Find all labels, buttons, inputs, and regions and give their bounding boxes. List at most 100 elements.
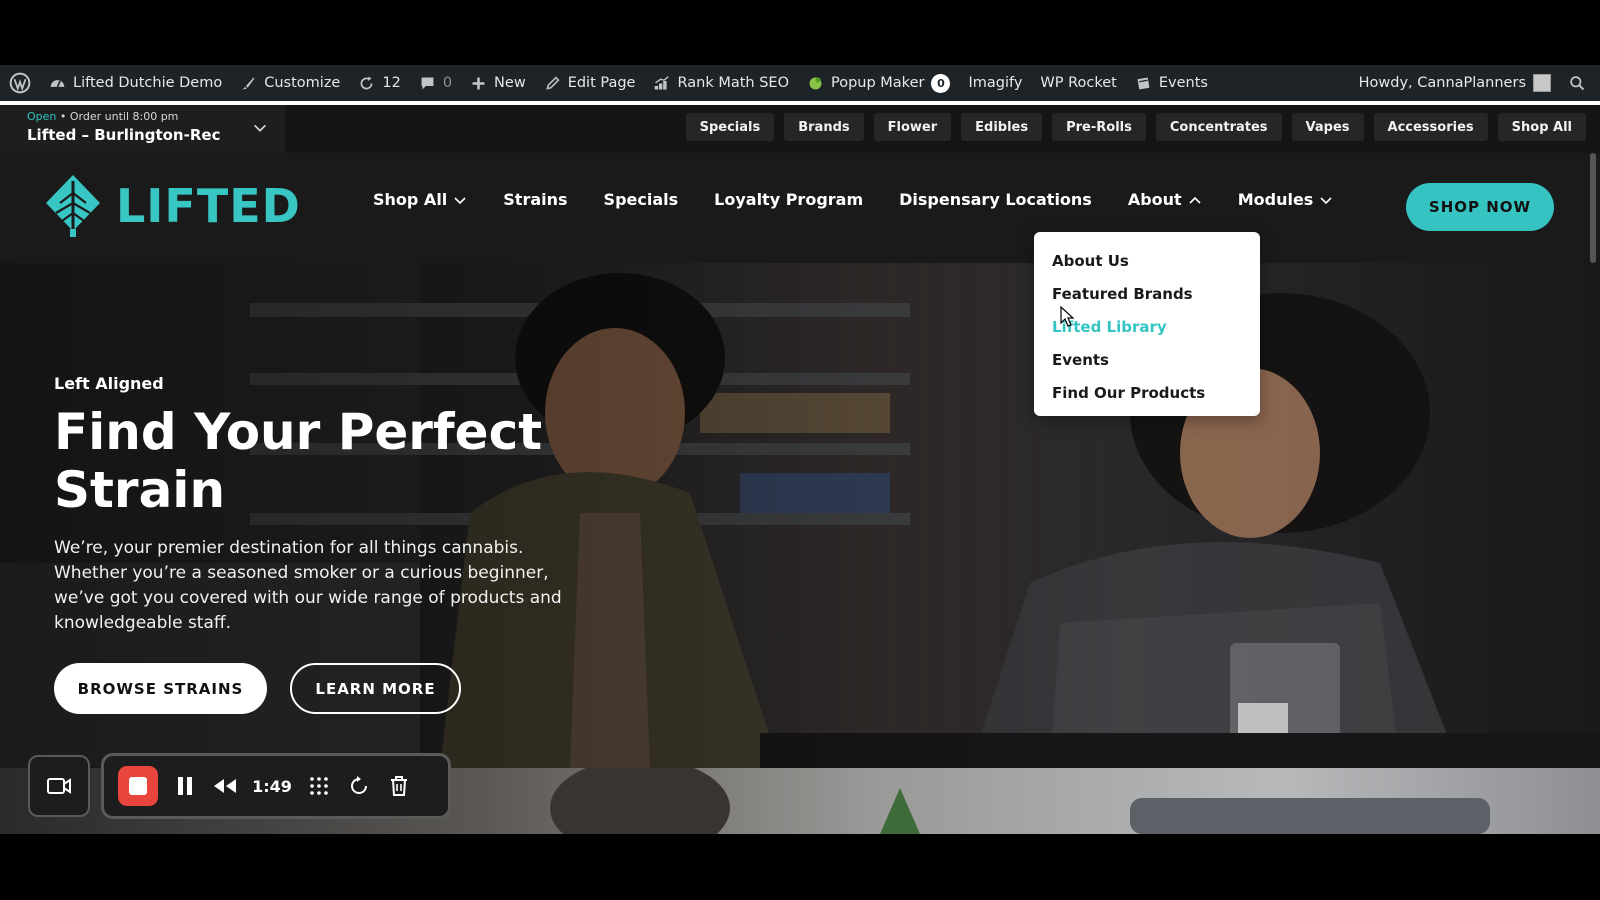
comments-link[interactable]: 0: [410, 65, 461, 101]
new-content-link[interactable]: New: [461, 65, 535, 101]
category-brands[interactable]: Brands: [784, 113, 864, 141]
events-label: Events: [1158, 75, 1208, 91]
menu-item-events[interactable]: Events: [1052, 343, 1242, 376]
rewind-button[interactable]: [212, 773, 238, 799]
video-camera-icon: [47, 778, 71, 794]
nav-about[interactable]: About: [1128, 190, 1202, 209]
hero-description: We’re, your premier destination for all …: [54, 538, 562, 633]
chevron-down-icon: [1320, 196, 1332, 204]
pause-icon: [178, 777, 192, 795]
menu-item-find-our-products[interactable]: Find Our Products: [1052, 376, 1242, 409]
shop-now-button[interactable]: SHOP NOW: [1406, 183, 1554, 231]
stop-icon: [129, 777, 147, 795]
comments-count: 0: [442, 75, 453, 91]
nav-shop-all-label: Shop All: [373, 190, 448, 209]
pause-button[interactable]: [172, 773, 198, 799]
rank-math-label: Rank Math SEO: [677, 75, 789, 91]
browse-strains-button[interactable]: BROWSE STRAINS: [54, 663, 267, 714]
edit-page-link[interactable]: Edit Page: [535, 65, 645, 101]
events-link[interactable]: Events: [1126, 65, 1217, 101]
dashboard-icon: [50, 79, 65, 87]
category-shop-all[interactable]: Shop All: [1497, 113, 1586, 141]
nav-modules-label: Modules: [1237, 190, 1314, 209]
trash-icon: [391, 776, 407, 796]
comment-icon: [421, 77, 434, 89]
category-edibles[interactable]: Edibles: [961, 113, 1043, 141]
site-name-label: Lifted Dutchie Demo: [73, 75, 223, 91]
search-icon: [1570, 75, 1585, 90]
edit-page-label: Edit Page: [567, 75, 636, 91]
plus-icon: [472, 77, 485, 89]
nav-specials[interactable]: Specials: [604, 190, 679, 209]
nav-dispensary-locations[interactable]: Dispensary Locations: [899, 190, 1092, 209]
category-specials[interactable]: Specials: [685, 113, 775, 141]
howdy-label: Howdy, CannaPlanners: [1358, 75, 1526, 91]
imagify-link[interactable]: Imagify: [959, 65, 1031, 101]
mouse-cursor-icon: [1060, 306, 1075, 327]
customize-link[interactable]: Customize: [231, 65, 349, 101]
letterbox-top: [0, 0, 1600, 65]
hero-section: Left Aligned Find Your Perfect Strain We…: [0, 263, 1600, 768]
wp-rocket-link[interactable]: WP Rocket: [1031, 65, 1125, 101]
menu-item-featured-brands[interactable]: Featured Brands: [1052, 277, 1242, 310]
wordpress-icon: [9, 72, 31, 94]
new-label: New: [494, 75, 526, 91]
recorder-toolbar: 1:49: [101, 753, 451, 819]
nav-strains[interactable]: Strains: [503, 190, 567, 209]
site-name-link[interactable]: Lifted Dutchie Demo: [40, 65, 231, 101]
nav-shop-all[interactable]: Shop All: [373, 190, 467, 209]
category-links: Specials Brands Flower Edibles Pre-Rolls…: [685, 113, 1586, 141]
pine-tree-logo-icon: [46, 175, 100, 237]
grid-button[interactable]: [306, 773, 332, 799]
popup-count-badge: 0: [931, 73, 951, 93]
calendar-icon: [1137, 77, 1150, 89]
menu-item-about-us[interactable]: About Us: [1052, 244, 1242, 277]
wp-rocket-label: WP Rocket: [1040, 75, 1117, 91]
menu-item-lifted-library[interactable]: Lifted Library: [1052, 310, 1242, 343]
updates-count: 12: [382, 75, 401, 91]
store-name: Lifted – Burlington-Rec: [27, 126, 221, 144]
my-account-link[interactable]: Howdy, CannaPlanners: [1350, 65, 1560, 101]
chevron-down-icon: [254, 124, 266, 132]
brush-icon: [242, 77, 255, 89]
imagify-label: Imagify: [968, 75, 1023, 91]
learn-more-button[interactable]: LEARN MORE: [290, 663, 461, 714]
nav-loyalty-program[interactable]: Loyalty Program: [714, 190, 863, 209]
refresh-icon: [360, 76, 373, 89]
page-scrollbar[interactable]: [1590, 153, 1596, 263]
restart-icon: [351, 776, 367, 794]
category-pre-rolls[interactable]: Pre-Rolls: [1052, 113, 1146, 141]
stop-recording-button[interactable]: [118, 766, 158, 806]
popup-maker-label: Popup Maker: [830, 75, 925, 91]
pencil-icon: [546, 75, 560, 90]
site-header: LIFTED Shop All Strains Specials Loyalty…: [0, 153, 1600, 263]
delete-recording-button[interactable]: [386, 773, 412, 799]
category-flower[interactable]: Flower: [873, 113, 952, 141]
camera-toggle-button[interactable]: [28, 755, 90, 817]
admin-search-button[interactable]: [1560, 65, 1600, 101]
grid-dots-icon: [310, 777, 328, 795]
rank-math-link[interactable]: Rank Math SEO: [644, 65, 798, 101]
updates-link[interactable]: 12: [349, 65, 409, 101]
category-concentrates[interactable]: Concentrates: [1155, 113, 1282, 141]
store-status: Open • Order until 8:00 pm: [27, 110, 285, 123]
store-hours-label: • Order until 8:00 pm: [59, 110, 179, 123]
wp-admin-bar: Lifted Dutchie Demo Customize 12 0 New E…: [0, 65, 1600, 101]
category-vapes[interactable]: Vapes: [1291, 113, 1364, 141]
category-accessories[interactable]: Accessories: [1373, 113, 1488, 141]
restart-button[interactable]: [346, 773, 372, 799]
nav-about-label: About: [1127, 190, 1182, 209]
store-bar: Open • Order until 8:00 pm Lifted – Burl…: [0, 105, 1600, 153]
recording-timer: 1:49: [252, 776, 292, 796]
popup-maker-icon: [809, 77, 822, 89]
store-selector[interactable]: Open • Order until 8:00 pm Lifted – Burl…: [0, 105, 285, 153]
nav-modules[interactable]: Modules: [1238, 190, 1334, 209]
wordpress-logo-button[interactable]: [0, 65, 40, 101]
site-logo[interactable]: LIFTED: [40, 173, 301, 239]
avatar: [1533, 74, 1551, 92]
hero-headline: Find Your Perfect Strain: [54, 403, 543, 519]
customize-label: Customize: [264, 75, 341, 91]
popup-maker-link[interactable]: Popup Maker 0: [798, 65, 959, 101]
hero-eyebrow: Left Aligned: [54, 374, 164, 393]
rank-math-icon: [655, 75, 670, 89]
